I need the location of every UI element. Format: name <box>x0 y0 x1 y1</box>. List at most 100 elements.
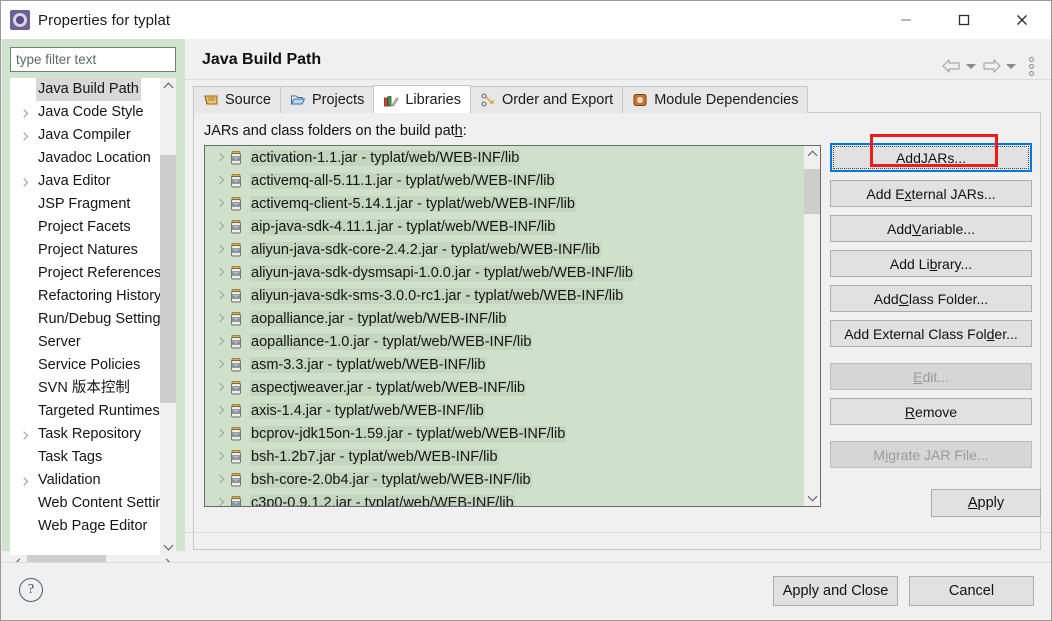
jar-list-item[interactable]: 010 aliyun-java-sdk-dysmsapi-1.0.0.jar - … <box>205 261 806 284</box>
search-input[interactable] <box>10 47 176 72</box>
expand-chevron-right-icon[interactable] <box>214 220 228 234</box>
expand-chevron-right-icon[interactable] <box>214 450 228 464</box>
sidebar-item-java-editor[interactable]: Java Editor <box>10 170 160 193</box>
remove-button[interactable]: Remove <box>830 398 1032 425</box>
tab-order-and-export[interactable]: Order and Export <box>469 86 624 113</box>
maximize-button[interactable] <box>935 1 993 39</box>
jar-file-icon: 010 <box>228 242 244 258</box>
sidebar-item-label: Run/Debug Settings <box>38 311 160 327</box>
jar-scroll-thumb[interactable] <box>804 169 820 214</box>
jar-list-item[interactable]: 010 asm-3.3.jar - typlat/web/WEB-INF/lib <box>205 353 806 376</box>
forward-history-chevron-down-icon[interactable] <box>1003 56 1019 76</box>
jar-list-item[interactable]: 010 bsh-1.2b7.jar - typlat/web/WEB-INF/li… <box>205 445 806 468</box>
help-question-icon[interactable]: ? <box>19 578 43 602</box>
expand-chevron-right-icon[interactable] <box>214 197 228 211</box>
expand-chevron-right-icon[interactable] <box>214 266 228 280</box>
back-arrow-icon[interactable] <box>939 56 963 76</box>
sidebar-item-label: Refactoring History <box>38 288 160 304</box>
sidebar-item-label: Web Content Settings <box>38 495 160 511</box>
expand-chevron-right-icon[interactable] <box>214 289 228 303</box>
tab-source[interactable]: Source <box>193 86 281 113</box>
cancel-button[interactable]: Cancel <box>909 576 1034 606</box>
add-library-button[interactable]: Add Li b rary... <box>830 250 1032 277</box>
sidebar-item-task-tags[interactable]: Task Tags <box>10 446 160 469</box>
jar-list-item[interactable]: 010 aopalliance-1.0.jar - typlat/web/WEB-… <box>205 330 806 353</box>
add-jars-button[interactable]: Add J ARs... <box>830 143 1032 172</box>
expand-chevron-right-icon[interactable] <box>20 476 29 485</box>
expand-chevron-right-icon[interactable] <box>214 174 228 188</box>
sidebar-item-web-page-editor[interactable]: Web Page Editor <box>10 515 160 538</box>
sidebar-item-svn[interactable]: SVN 版本控制 <box>10 377 160 400</box>
content-area: Java Build Path Source Projects Libraries O… <box>185 39 1051 551</box>
tab-label: Source <box>225 92 271 108</box>
sidebar-item-targeted-runtimes[interactable]: Targeted Runtimes <box>10 400 160 423</box>
jar-file-icon: 010 <box>228 173 244 189</box>
tab-libraries[interactable]: Libraries <box>373 85 471 113</box>
add-class-folder-button[interactable]: Add Class Folder... <box>830 285 1032 312</box>
sidebar-item-project-facets[interactable]: Project Facets <box>10 216 160 239</box>
expand-chevron-right-icon[interactable] <box>20 131 29 140</box>
sidebar-item-refactoring-history[interactable]: Refactoring History <box>10 285 160 308</box>
expand-chevron-right-icon[interactable] <box>214 381 228 395</box>
sidebar-item-java-code-style[interactable]: Java Code Style <box>10 101 160 124</box>
expand-chevron-right-icon[interactable] <box>214 151 228 165</box>
sidebar-item-label: Java Code Style <box>38 104 144 120</box>
jar-list-item[interactable]: 010 activemq-all-5.11.1.jar - typlat/web/… <box>205 169 806 192</box>
close-button[interactable] <box>993 1 1051 39</box>
vertical-dots-menu-icon[interactable] <box>1023 55 1039 77</box>
sidebar-item-java-compiler[interactable]: Java Compiler <box>10 124 160 147</box>
scroll-down-arrow[interactable] <box>160 538 176 555</box>
jar-list-item[interactable]: 010 aspectjweaver.jar - typlat/web/WEB-IN… <box>205 376 806 399</box>
jar-list-item[interactable]: 010 aip-java-sdk-4.11.1.jar - typlat/web/… <box>205 215 806 238</box>
dialog-footer: ? Apply and Close Cancel <box>2 562 1050 619</box>
jar-list-item[interactable]: 010 aopalliance.jar - typlat/web/WEB-INF/… <box>205 307 806 330</box>
jar-list-item[interactable]: 010 activemq-client-5.14.1.jar - typlat/w… <box>205 192 806 215</box>
title-bar: Properties for typlat <box>1 1 1051 39</box>
button-label-post: ariable... <box>921 220 975 237</box>
scroll-up-arrow[interactable] <box>160 78 176 95</box>
sidebar-item-service-policies[interactable]: Service Policies <box>10 354 160 377</box>
sidebar-item-validation[interactable]: Validation <box>10 469 160 492</box>
expand-chevron-right-icon[interactable] <box>20 430 29 439</box>
sidebar-item-label: Java Compiler <box>38 127 131 143</box>
jar-list-box[interactable]: 010 activation-1.1.jar - typlat/web/WEB-I… <box>204 145 821 507</box>
expand-chevron-right-icon[interactable] <box>214 312 228 326</box>
expand-chevron-right-icon[interactable] <box>214 335 228 349</box>
jar-list-item[interactable]: 010 aliyun-java-sdk-sms-3.0.0-rc1.jar - t… <box>205 284 806 307</box>
expand-chevron-right-icon[interactable] <box>20 108 29 117</box>
expand-chevron-right-icon[interactable] <box>20 177 29 186</box>
sidebar-item-javadoc-location[interactable]: Javadoc Location <box>10 147 160 170</box>
tab-module-dependencies[interactable]: Module Dependencies <box>622 86 809 113</box>
expand-chevron-right-icon[interactable] <box>214 404 228 418</box>
sidebar-item-server[interactable]: Server <box>10 331 160 354</box>
expand-chevron-right-icon[interactable] <box>214 243 228 257</box>
back-history-chevron-down-icon[interactable] <box>963 56 979 76</box>
sidebar-item-project-natures[interactable]: Project Natures <box>10 239 160 262</box>
jar-list-item[interactable]: 010 activation-1.1.jar - typlat/web/WEB-I… <box>205 146 806 169</box>
apply-button[interactable]: Apply <box>931 489 1041 517</box>
button-label-post: lass Folder... <box>908 290 989 307</box>
jar-list-item[interactable]: 010 axis-1.4.jar - typlat/web/WEB-INF/lib <box>205 399 806 422</box>
apply-and-close-button[interactable]: Apply and Close <box>773 576 898 606</box>
sidebar-item-label: Javadoc Location <box>38 150 151 166</box>
tab-projects[interactable]: Projects <box>279 86 375 113</box>
jar-list-item[interactable]: 010 aliyun-java-sdk-core-2.4.2.jar - typl… <box>205 238 806 261</box>
add-variable-button[interactable]: Add Variable... <box>830 215 1032 242</box>
add-external-jars-button[interactable]: Add Ex ternal JARs... <box>830 180 1032 207</box>
expand-chevron-right-icon[interactable] <box>214 427 228 441</box>
sidebar-vertical-scrollbar[interactable] <box>160 78 176 555</box>
add-external-class-folder-button[interactable]: Add External Class Fol d er... <box>830 320 1032 347</box>
expand-chevron-right-icon[interactable] <box>214 358 228 372</box>
sidebar-item-web-content-settings[interactable]: Web Content Settings <box>10 492 160 515</box>
sidebar-scroll-thumb[interactable] <box>160 155 176 403</box>
sidebar-item-task-repository[interactable]: Task Repository <box>10 423 160 446</box>
sidebar-item-project-references[interactable]: Project References <box>10 262 160 285</box>
jar-scroll-up-arrow[interactable] <box>804 146 820 163</box>
jar-list-vertical-scrollbar[interactable] <box>804 146 820 506</box>
sidebar-item-run-debug-settings[interactable]: Run/Debug Settings <box>10 308 160 331</box>
sidebar-item-jsp-fragment[interactable]: JSP Fragment <box>10 193 160 216</box>
jar-list-item[interactable]: 010 bcprov-jdk15on-1.59.jar - typlat/web/… <box>205 422 806 445</box>
forward-arrow-icon[interactable] <box>979 56 1003 76</box>
minimize-button[interactable] <box>877 1 935 39</box>
sidebar-item-java-build-path[interactable]: Java Build Path <box>10 78 160 101</box>
